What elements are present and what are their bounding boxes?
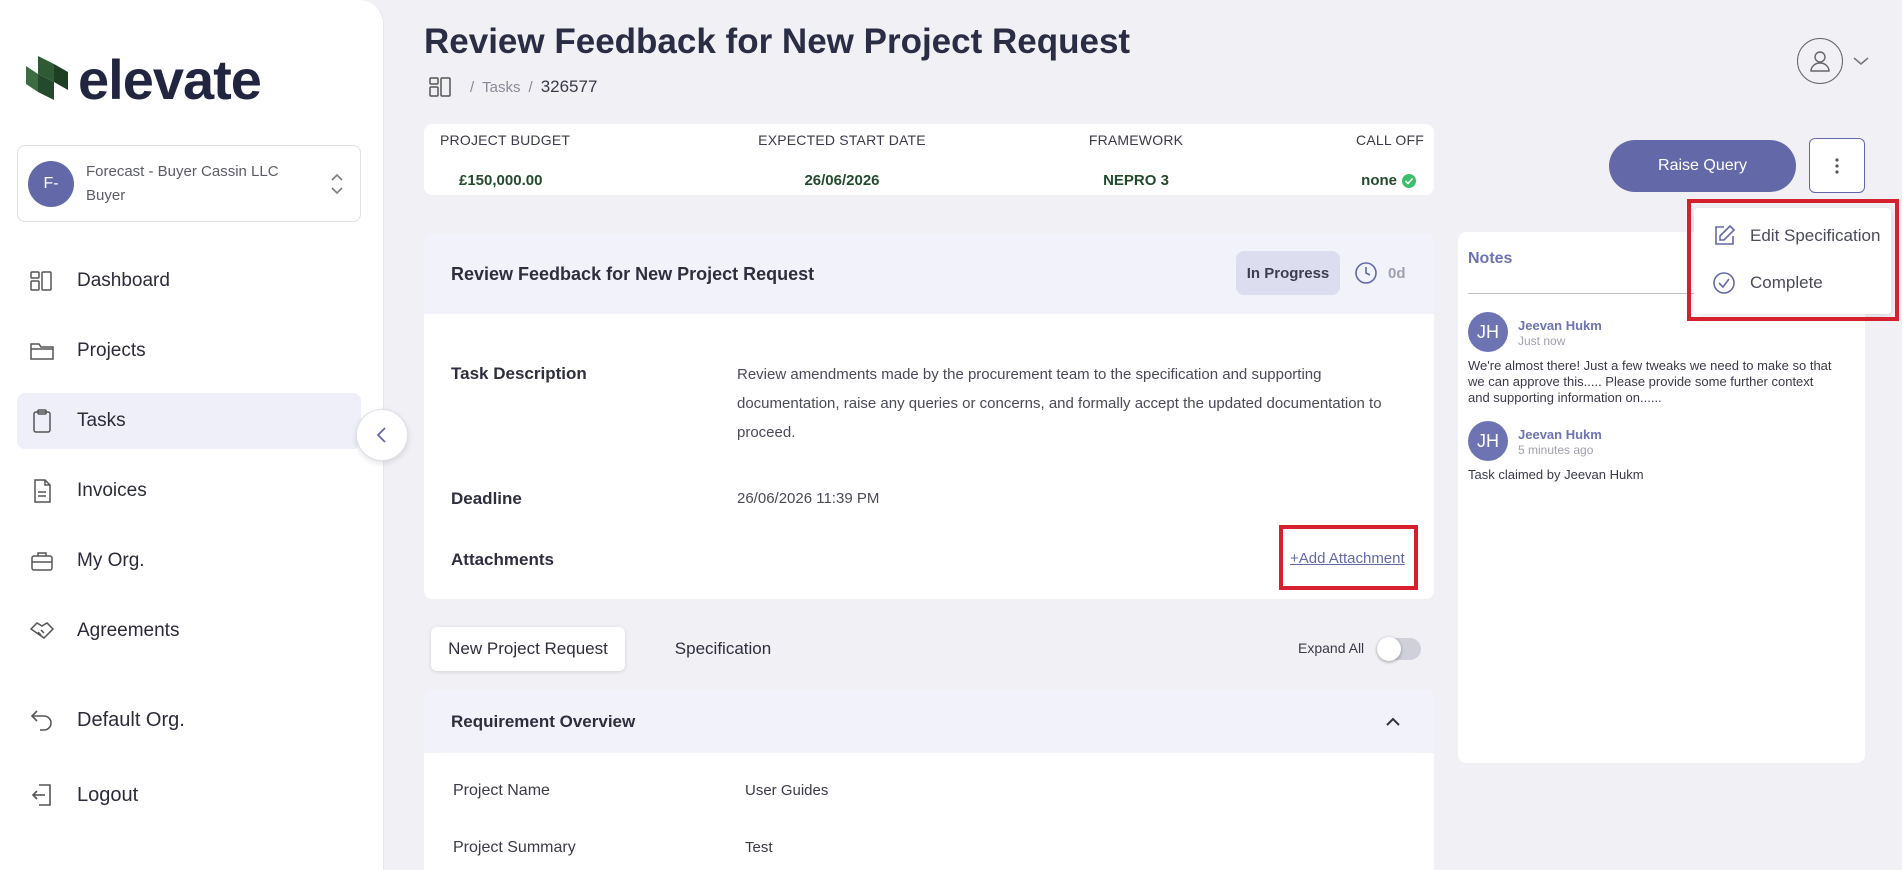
dashboard-icon [30,271,52,291]
sidebar-item-tasks[interactable]: Tasks [17,393,361,449]
note-author: Jeevan Hukm [1518,318,1602,333]
logout-label: Logout [77,783,139,806]
breadcrumb-tasks[interactable]: Tasks [482,79,520,96]
default-org-link[interactable]: Default Org. [17,692,361,748]
back-arrow-icon [30,710,52,731]
sidebar-item-label: My Org. [77,550,145,571]
summary-label: EXPECTED START DATE [758,132,926,148]
summary-framework: FRAMEWORK NEPRO 3 [1056,132,1216,189]
note-body: Task claimed by Jeevan Hukm [1468,467,1644,482]
logout-link[interactable]: Logout [17,767,361,823]
breadcrumb-current: 326577 [540,77,598,96]
sidebar-item-label: Dashboard [77,270,170,291]
project-name-value: User Guides [745,782,829,799]
task-description: Review amendments made by the procuremen… [737,366,1382,441]
task-card-title: Review Feedback for New Project Request [451,263,815,284]
brand-name: elevate [78,48,262,111]
sidebar-item-invoices[interactable]: Invoices [17,463,361,519]
raise-query-button[interactable]: Raise Query [1609,140,1796,192]
logout-icon [31,784,51,806]
sidebar-item-agreements[interactable]: Agreements [17,603,361,659]
chevron-left-icon [376,427,386,443]
sidebar-item-my-org[interactable]: My Org. [17,533,361,589]
clock-icon [1355,262,1377,284]
summary-value: 26/06/2026 [804,172,880,189]
user-icon [1810,51,1830,72]
highlight-box-attachment [1279,525,1418,590]
elapsed-time: 0d [1354,261,1406,285]
document-icon [34,479,51,503]
summary-value: £150,000.00 [459,172,543,189]
sidebar-item-label: Agreements [77,620,180,641]
project-name-label: Project Name [453,782,550,799]
attachments-label: Attachments [451,550,554,569]
project-summary-label: Project Summary [453,839,576,856]
toggle-knob [1377,637,1401,661]
logo-mark-icon [24,54,72,106]
org-switcher[interactable]: F- Forecast - Buyer Cassin LLC Buyer [17,145,361,222]
clipboard-icon [33,409,51,433]
sidebar-item-label: Tasks [77,410,126,431]
requirement-overview-header[interactable]: Requirement Overview [424,690,1434,753]
more-actions-button[interactable] [1809,138,1865,193]
sidebar-item-label: Invoices [77,480,147,501]
summary-label: PROJECT BUDGET [440,132,571,148]
note-time: 5 minutes ago [1518,443,1594,457]
deadline-label: Deadline [451,489,522,508]
elapsed-days: 0d [1388,264,1406,282]
check-circle-filled-icon [1402,173,1416,188]
summary-expected-start-date: EXPECTED START DATE 26/06/2026 [742,132,942,189]
note-time: Just now [1518,334,1566,348]
breadcrumb-separator: / [470,78,475,96]
task-description-label: Task Description [451,364,587,383]
user-avatar [1797,38,1843,84]
notes-title: Notes [1468,250,1513,267]
tab-new-project-request[interactable]: New Project Request [431,627,625,671]
highlight-box-menu [1687,199,1899,321]
briefcase-icon [31,552,53,571]
sidebar-item-dashboard[interactable]: Dashboard [17,253,361,309]
deadline-value: 26/06/2026 11:39 PM [737,490,880,507]
task-card-header: Review Feedback for New Project Request … [424,234,1434,314]
sidebar-item-label: Projects [77,340,146,361]
tab-specification[interactable]: Specification [638,627,808,671]
expand-all-label: Expand All [1298,640,1365,656]
expand-all-toggle[interactable] [1377,637,1421,661]
summary-label: CALL OFF [1356,132,1424,148]
sidebar-item-projects[interactable]: Projects [17,323,361,379]
page-title: Review Feedback for New Project Request [424,22,1131,61]
tabs-bar: New Project Request Specification [424,620,834,674]
summary-call-off: CALL OFF none [1324,132,1424,189]
org-name: Forecast - Buyer Cassin LLC [86,162,279,180]
project-summary-value: Test [745,839,773,856]
note-avatar: JH [1468,421,1508,461]
user-menu[interactable] [1797,38,1871,84]
brand-logo[interactable]: elevate [24,48,262,111]
requirement-overview-title: Requirement Overview [451,711,636,731]
dashboard-icon[interactable] [428,76,454,98]
org-role: Buyer [86,186,126,204]
handshake-icon [29,622,55,639]
default-org-label: Default Org. [77,708,185,731]
project-summary-bar: PROJECT BUDGET £150,000.00 EXPECTED STAR… [424,124,1434,195]
note-author: Jeevan Hukm [1518,427,1602,442]
note-body: We're almost there! Just a few tweaks we… [1468,358,1832,405]
chevron-up-down-icon [331,173,343,195]
status-badge: In Progress [1236,251,1340,295]
breadcrumb-separator: / [528,78,533,96]
summary-value: NEPRO 3 [1103,172,1169,189]
summary-label: FRAMEWORK [1088,132,1184,148]
kebab-menu-icon [1835,157,1839,174]
breadcrumb: / Tasks / 326577 [428,76,597,98]
collapse-sidebar-button[interactable] [356,409,408,461]
org-avatar: F- [28,160,74,207]
summary-value: none [1361,172,1397,189]
chevron-down-icon [1853,57,1869,66]
sidebar: elevate F- Forecast - Buyer Cassin LLC B… [0,0,384,870]
folder-icon [30,343,54,360]
requirement-overview-card: Requirement Overview Project Name User G… [424,690,1434,870]
chevron-up-icon [1386,717,1400,726]
note-avatar: JH [1468,312,1508,352]
summary-project-budget: PROJECT BUDGET £150,000.00 [440,132,570,189]
